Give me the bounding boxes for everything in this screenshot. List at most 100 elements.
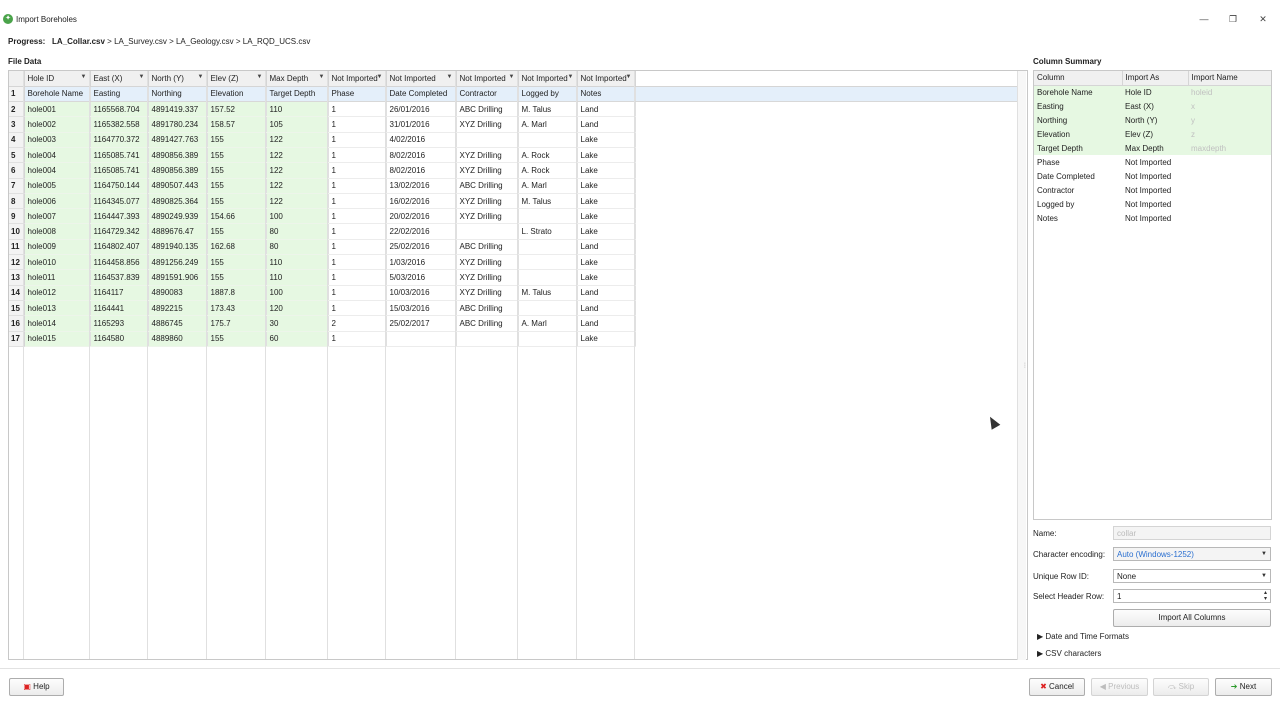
- table-cell[interactable]: ABC Drilling: [456, 178, 519, 194]
- table-cell[interactable]: 122: [266, 132, 329, 148]
- table-cell[interactable]: XYZ Drilling: [456, 254, 519, 271]
- help-button[interactable]: ▣ Help: [9, 678, 64, 696]
- table-cell[interactable]: Land: [577, 315, 636, 332]
- table-cell[interactable]: 1164750.144: [90, 178, 149, 194]
- table-cell[interactable]: XYZ Drilling: [456, 208, 519, 225]
- table-cell[interactable]: XYZ Drilling: [456, 147, 519, 164]
- column-type-select[interactable]: Not Imported ▼: [386, 71, 457, 87]
- table-cell[interactable]: [386, 331, 457, 347]
- file-data-grid[interactable]: Hole ID ▼ East (X) ▼ North (Y) ▼ Elev (Z) ▼ Max …: [8, 70, 1028, 660]
- table-cell[interactable]: Lake: [577, 132, 636, 148]
- table-row[interactable]: 3 hole002 1165382.558 4891780.234 158.57 105 1…: [9, 116, 1019, 133]
- table-cell[interactable]: 1887.8: [207, 285, 267, 301]
- table-cell[interactable]: 4891256.249: [148, 254, 208, 271]
- table-cell[interactable]: 110: [266, 269, 329, 286]
- column-type-select[interactable]: Not Imported ▼: [456, 71, 519, 87]
- table-cell[interactable]: [518, 300, 578, 317]
- table-row[interactable]: 7 hole005 1164750.144 4890507.443 155 122 1 13/…: [9, 178, 1019, 194]
- table-cell[interactable]: 1165085.741: [90, 162, 149, 179]
- spinner-arrows-icon[interactable]: ▴ ▾: [1264, 590, 1267, 602]
- table-cell[interactable]: hole012: [24, 285, 91, 301]
- summary-row[interactable]: Northing North (Y) y: [1034, 113, 1271, 127]
- table-cell[interactable]: 122: [266, 162, 329, 179]
- cancel-button[interactable]: ✖ Cancel: [1029, 678, 1085, 696]
- table-cell[interactable]: 155: [207, 147, 267, 164]
- table-cell[interactable]: 25/02/2016: [386, 239, 457, 256]
- table-cell[interactable]: 155: [207, 193, 267, 210]
- table-cell[interactable]: 4889676.47: [148, 223, 208, 240]
- table-row[interactable]: 17 hole015 1164580 4889860 155 60 1 Lake: [9, 331, 1019, 347]
- encoding-select[interactable]: Auto (Windows-1252) ▼: [1113, 547, 1271, 561]
- table-cell[interactable]: Lake: [577, 162, 636, 179]
- summary-row[interactable]: Logged by Not Imported: [1034, 197, 1271, 211]
- table-row[interactable]: 1 Borehole Name Easting Northing Elevation Ta…: [9, 86, 1019, 103]
- table-cell[interactable]: ABC Drilling: [456, 300, 519, 317]
- table-cell[interactable]: ABC Drilling: [456, 315, 519, 332]
- table-cell[interactable]: 1: [328, 162, 387, 179]
- table-cell[interactable]: 1164117: [90, 285, 149, 301]
- table-cell[interactable]: XYZ Drilling: [456, 285, 519, 301]
- table-cell[interactable]: Land: [577, 101, 636, 118]
- header-cell[interactable]: Phase: [328, 86, 387, 103]
- table-cell[interactable]: 4891591.906: [148, 269, 208, 286]
- table-cell[interactable]: 4890825.364: [148, 193, 208, 210]
- table-cell[interactable]: 2: [328, 315, 387, 332]
- table-row[interactable]: 8 hole006 1164345.077 4890825.364 155 122 1 16/…: [9, 193, 1019, 210]
- table-cell[interactable]: M. Talus: [518, 285, 578, 301]
- table-cell[interactable]: 1: [328, 208, 387, 225]
- summary-row[interactable]: Notes Not Imported: [1034, 211, 1271, 225]
- table-cell[interactable]: Lake: [577, 269, 636, 286]
- table-cell[interactable]: 4891780.234: [148, 116, 208, 133]
- table-cell[interactable]: hole010: [24, 254, 91, 271]
- table-cell[interactable]: Lake: [577, 223, 636, 240]
- csv-characters-expander[interactable]: ▶ CSV characters: [1037, 649, 1101, 658]
- table-cell[interactable]: 1164537.839: [90, 269, 149, 286]
- table-cell[interactable]: 80: [266, 239, 329, 256]
- table-cell[interactable]: M. Talus: [518, 101, 578, 118]
- table-cell[interactable]: 26/01/2016: [386, 101, 457, 118]
- table-cell[interactable]: [456, 223, 519, 240]
- header-cell[interactable]: Target Depth: [266, 86, 329, 103]
- table-cell[interactable]: 4886745: [148, 315, 208, 332]
- splitter-handle[interactable]: ⋮: [1022, 362, 1028, 370]
- table-cell[interactable]: 122: [266, 178, 329, 194]
- import-all-columns-button[interactable]: Import All Columns: [1113, 609, 1271, 627]
- table-cell[interactable]: 155: [207, 269, 267, 286]
- table-cell[interactable]: 155: [207, 331, 267, 347]
- table-cell[interactable]: hole004: [24, 147, 91, 164]
- table-cell[interactable]: 60: [266, 331, 329, 347]
- table-cell[interactable]: [518, 239, 578, 256]
- table-cell[interactable]: 4892215: [148, 300, 208, 317]
- table-cell[interactable]: 110: [266, 101, 329, 118]
- table-cell[interactable]: Lake: [577, 147, 636, 164]
- table-cell[interactable]: 100: [266, 208, 329, 225]
- table-cell[interactable]: [456, 132, 519, 148]
- table-cell[interactable]: Land: [577, 239, 636, 256]
- table-cell[interactable]: 1165568.704: [90, 101, 149, 118]
- table-cell[interactable]: M. Talus: [518, 193, 578, 210]
- table-cell[interactable]: hole002: [24, 116, 91, 133]
- table-cell[interactable]: A. Rock: [518, 147, 578, 164]
- table-row[interactable]: 13 hole011 1164537.839 4891591.906 155 110 1 5/…: [9, 269, 1019, 286]
- table-cell[interactable]: 122: [266, 147, 329, 164]
- table-cell[interactable]: 1164729.342: [90, 223, 149, 240]
- table-cell[interactable]: 30: [266, 315, 329, 332]
- table-cell[interactable]: 1: [328, 300, 387, 317]
- column-type-select[interactable]: North (Y) ▼: [148, 71, 208, 87]
- table-cell[interactable]: 31/01/2016: [386, 116, 457, 133]
- summary-row[interactable]: Date Completed Not Imported: [1034, 169, 1271, 183]
- column-type-select[interactable]: Hole ID ▼: [24, 71, 91, 87]
- table-cell[interactable]: 22/02/2016: [386, 223, 457, 240]
- table-cell[interactable]: 155: [207, 254, 267, 271]
- summary-row[interactable]: Target Depth Max Depth maxdepth: [1034, 141, 1271, 155]
- table-row[interactable]: 11 hole009 1164802.407 4891940.135 162.68 80 1…: [9, 239, 1019, 256]
- table-cell[interactable]: 1: [328, 116, 387, 133]
- table-cell[interactable]: 1165085.741: [90, 147, 149, 164]
- table-cell[interactable]: 158.57: [207, 116, 267, 133]
- table-cell[interactable]: hole005: [24, 178, 91, 194]
- table-cell[interactable]: 157.52: [207, 101, 267, 118]
- column-type-select[interactable]: Max Depth ▼: [266, 71, 329, 87]
- table-row[interactable]: 5 hole004 1165085.741 4890856.389 155 122 1 8/0…: [9, 147, 1019, 164]
- table-cell[interactable]: [518, 208, 578, 225]
- table-cell[interactable]: 1: [328, 223, 387, 240]
